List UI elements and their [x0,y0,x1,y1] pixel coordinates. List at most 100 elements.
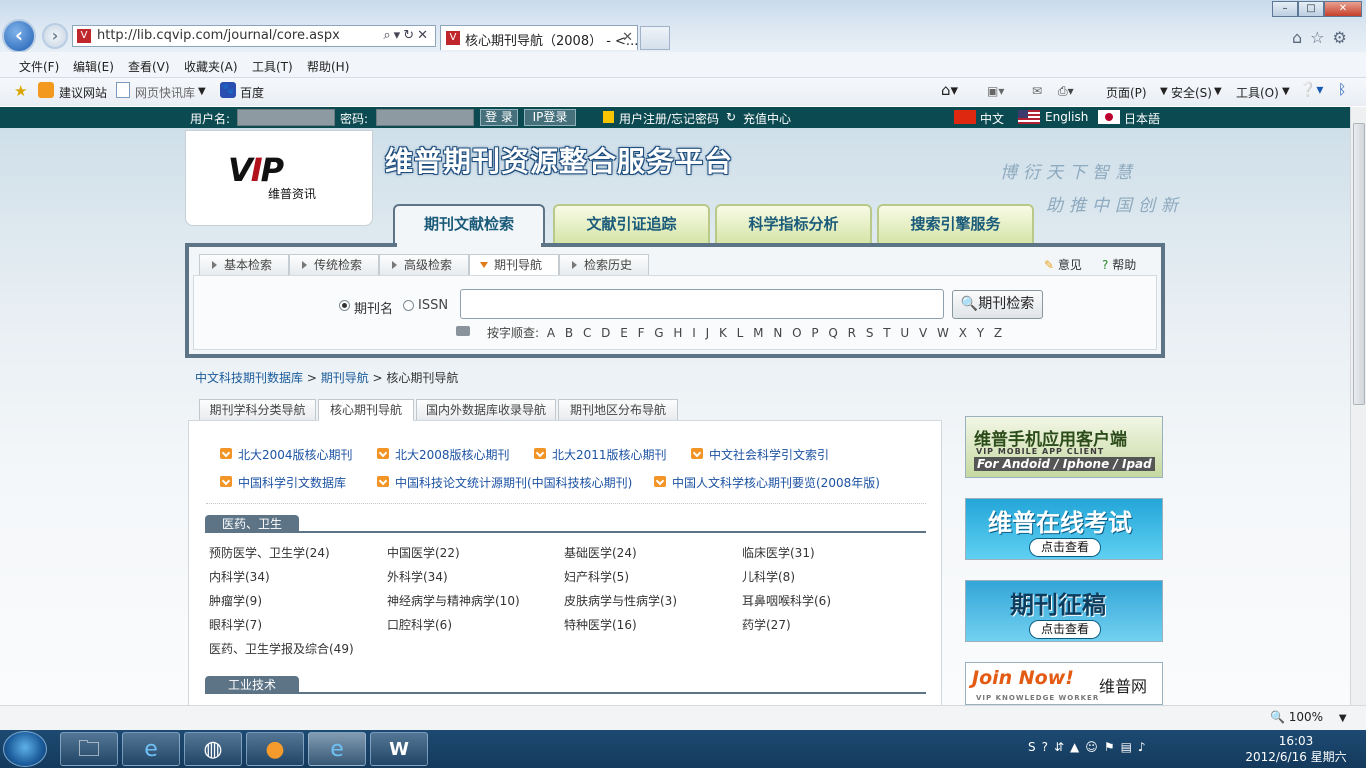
cmd-tools[interactable]: 工具(O) [1236,84,1279,101]
fav-suggested-sites[interactable]: 建议网站 [59,84,107,101]
banner-view-button[interactable]: 点击查看 [1030,539,1100,556]
username-input[interactable] [237,109,335,126]
ime-icon[interactable]: S [1028,740,1042,754]
banner-view-button[interactable]: 点击查看 [1030,621,1100,638]
tab-close-icon[interactable]: ✕ [622,30,633,45]
minimize-button[interactable]: – [1272,1,1298,17]
password-input[interactable] [376,109,474,126]
vip-logo[interactable]: VIP 维普资讯 [185,130,373,226]
cmd-safety[interactable]: 安全(S) [1171,84,1212,101]
forward-button[interactable]: › [42,23,68,49]
ip-login-button[interactable]: IP登录 [524,109,576,126]
start-button[interactable] [3,731,47,767]
page-scrollbar[interactable] [1350,107,1366,705]
core-link-cstpcd[interactable]: 中国科技论文统计源期刊(中国科技核心期刊) [377,474,632,491]
subject-item[interactable]: 眼科学(7) [209,616,262,633]
fav-baidu[interactable]: 百度 [240,84,264,101]
keyboard-icon[interactable] [456,326,470,336]
subtab-search-history[interactable]: 检索历史 [559,254,649,276]
login-button[interactable]: 登 录 [480,109,518,126]
back-button[interactable]: ‹ [2,19,36,53]
core-link-pku-2011[interactable]: 北大2011版核心期刊 [534,446,667,463]
volume-icon[interactable]: ♪ [1138,740,1152,754]
subject-item[interactable]: 儿科学(8) [742,568,795,585]
tab-database-navigation[interactable]: 国内外数据库收录导航 [416,399,556,421]
new-tab-button[interactable] [640,26,670,50]
subject-item[interactable]: 临床医学(31) [742,544,815,561]
chevron-down-icon[interactable]: ▼ [1214,86,1222,97]
tab-subject-navigation[interactable]: 期刊学科分类导航 [199,399,316,421]
cmd-page[interactable]: 页面(P) [1106,84,1147,101]
core-link-pku-2008[interactable]: 北大2008版核心期刊 [377,446,510,463]
close-window-button[interactable]: ✕ [1324,1,1362,17]
flag-icon[interactable]: ⚑ [1104,740,1121,754]
menu-edit[interactable]: 编辑(E) [73,58,114,75]
taskbar-explorer-icon[interactable]: 🗀 [60,732,118,766]
menu-tools[interactable]: 工具(T) [252,58,293,75]
system-tray[interactable]: S?⇵▲☺⚑▤♪ [1028,740,1152,754]
tray-expand-icon[interactable]: ⇵▲ [1054,740,1085,754]
address-bar[interactable]: V http://lib.cqvip.com/journal/core.aspx… [72,25,436,47]
maximize-button[interactable]: □ [1298,1,1324,17]
banner-online-exam[interactable]: 维普在线考试 点击查看 [965,498,1163,560]
subtab-advanced-search[interactable]: 高级检索 [379,254,469,276]
subject-item[interactable]: 口腔科学(6) [387,616,452,633]
help-icon[interactable]: ? [1042,740,1054,754]
lang-chinese[interactable]: 中文 [980,110,1004,127]
core-link-pku-2004[interactable]: 北大2004版核心期刊 [220,446,353,463]
subject-item[interactable]: 中国医学(22) [387,544,460,561]
fav-web-slice[interactable]: 网页快讯库 [135,84,195,101]
tab-search-engine[interactable]: 搜索引擎服务 [877,204,1034,244]
subject-item[interactable]: 神经病学与精神病学(10) [387,592,520,609]
menu-view[interactable]: 查看(V) [128,58,170,75]
register-link[interactable]: 用户注册/忘记密码 [619,110,719,127]
core-link-cssci[interactable]: 中文社会科学引文索引 [691,446,829,463]
address-tools-icon[interactable]: ⌕▾↻✕ [383,26,431,46]
breadcrumb-db[interactable]: 中文科技期刊数据库 [195,371,303,385]
core-link-humanities[interactable]: 中国人文科学核心期刊要览(2008年版) [654,474,880,491]
tab-science-indicators[interactable]: 科学指标分析 [715,204,872,244]
journal-search-input[interactable] [460,289,944,319]
home-icon[interactable]: ⌂▾ [941,81,958,99]
radio-issn[interactable] [403,300,414,311]
chevron-down-icon[interactable]: ▼ [1339,713,1347,724]
chevron-down-icon[interactable]: ▼ [1282,86,1290,97]
tab-citation-tracking[interactable]: 文献引证追踪 [553,204,710,244]
menu-favorites[interactable]: 收藏夹(A) [184,58,238,75]
print-icon[interactable]: ⎙▾ [1058,84,1074,99]
subtab-journal-navigation[interactable]: 期刊导航 [469,254,559,276]
help-link[interactable]: ? 帮助 [1102,256,1136,273]
lang-english[interactable]: English [1045,110,1088,124]
subject-item[interactable]: 内科学(34) [209,568,270,585]
subject-item[interactable]: 药学(27) [742,616,791,633]
mail-icon[interactable]: ✉ [1032,84,1042,98]
zoom-control[interactable]: 🔍 100% ▼ [1270,710,1347,724]
favorites-star-icon[interactable]: ☆ [1310,28,1332,47]
taskbar-word-icon[interactable]: W [370,732,428,766]
taskbar-ie-active-icon[interactable]: e [308,732,366,766]
tab-region-navigation[interactable]: 期刊地区分布导航 [558,399,678,421]
core-link-cscd[interactable]: 中国科学引文数据库 [220,474,346,491]
taskbar-ie-icon[interactable]: e [122,732,180,766]
network-icon[interactable]: ▤ [1121,740,1138,754]
banner-call-for-papers[interactable]: 期刊征稿 点击查看 [965,580,1163,642]
clock[interactable]: 16:03 2012/6/16 星期六 [1236,733,1356,765]
chevron-down-icon[interactable]: ▼ [198,86,206,97]
qq-icon[interactable]: ☺ [1085,740,1104,754]
menu-file[interactable]: 文件(F) [19,58,59,75]
recharge-link[interactable]: 充值中心 [743,110,791,127]
subject-item[interactable]: 基础医学(24) [564,544,637,561]
subject-item[interactable]: 皮肤病学与性病学(3) [564,592,677,609]
alphabet-index[interactable]: 按字顺查: A B C D E F G H I J K L M N O P Q … [487,324,1003,341]
taskbar-firefox-icon[interactable]: ● [246,732,304,766]
taskbar-media-icon[interactable]: ◍ [184,732,242,766]
subtab-basic-search[interactable]: 基本检索 [199,254,289,276]
banner-mobile-app[interactable]: 维普手机应用客户端 VIP MOBILE APP CLIENT For Ando… [965,416,1163,478]
subject-item[interactable]: 特种医学(16) [564,616,637,633]
banner-join-now[interactable]: Join Now! 维普网 VIP KNOWLEDGE WORKER [965,662,1163,705]
subject-item[interactable]: 妇产科学(5) [564,568,629,585]
favorites-star-icon[interactable]: ★ [14,82,27,100]
subject-item[interactable]: 医药、卫生学报及综合(49) [209,640,354,657]
chevron-down-icon[interactable]: ▼ [1160,86,1168,97]
lang-japanese[interactable]: 日本語 [1124,110,1160,127]
